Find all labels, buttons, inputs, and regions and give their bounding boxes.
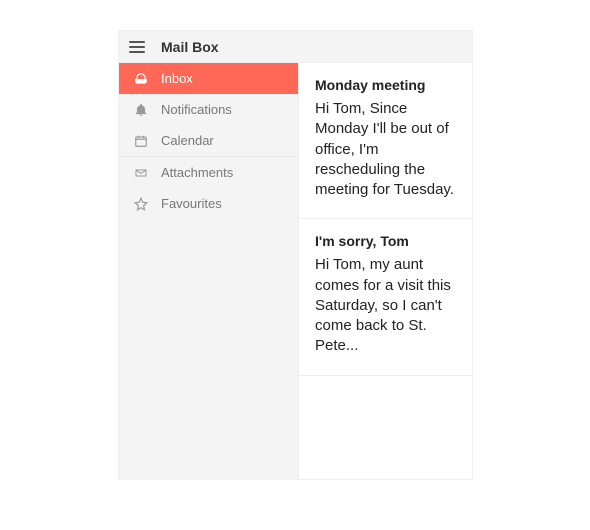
- mail-preview: Hi Tom, Since Monday I'll be out of offi…: [315, 99, 456, 200]
- sidebar-item-label: Favourites: [161, 196, 222, 211]
- mail-item[interactable]: Monday meeting Hi Tom, Since Monday I'll…: [299, 63, 472, 219]
- star-icon: [133, 197, 149, 211]
- sidebar-item-attachments[interactable]: Attachments: [119, 157, 298, 188]
- inbox-icon: [133, 72, 149, 86]
- mail-preview: Hi Tom, my aunt comes for a visit this S…: [315, 255, 456, 356]
- menu-icon[interactable]: [129, 41, 145, 53]
- header: Mail Box: [119, 31, 472, 63]
- mail-subject: I'm sorry, Tom: [315, 233, 456, 249]
- mail-subject: Monday meeting: [315, 77, 456, 93]
- bell-icon: [133, 103, 149, 117]
- body: Inbox Notifications Calendar Attachm: [119, 63, 472, 479]
- sidebar-item-calendar[interactable]: Calendar: [119, 125, 298, 156]
- sidebar-item-label: Inbox: [161, 71, 193, 86]
- mail-item[interactable]: I'm sorry, Tom Hi Tom, my aunt comes for…: [299, 219, 472, 375]
- sidebar-item-label: Calendar: [161, 133, 214, 148]
- sidebar: Inbox Notifications Calendar Attachm: [119, 63, 299, 479]
- sidebar-item-label: Notifications: [161, 102, 232, 117]
- app-title: Mail Box: [161, 39, 219, 55]
- sidebar-item-favourites[interactable]: Favourites: [119, 188, 298, 219]
- mail-app: Mail Box Inbox Notifications Calendar: [118, 30, 473, 480]
- attachment-icon: [133, 167, 149, 179]
- calendar-icon: [133, 134, 149, 148]
- sidebar-item-inbox[interactable]: Inbox: [119, 63, 298, 94]
- mail-list: Monday meeting Hi Tom, Since Monday I'll…: [299, 63, 472, 479]
- sidebar-item-label: Attachments: [161, 165, 233, 180]
- sidebar-item-notifications[interactable]: Notifications: [119, 94, 298, 125]
